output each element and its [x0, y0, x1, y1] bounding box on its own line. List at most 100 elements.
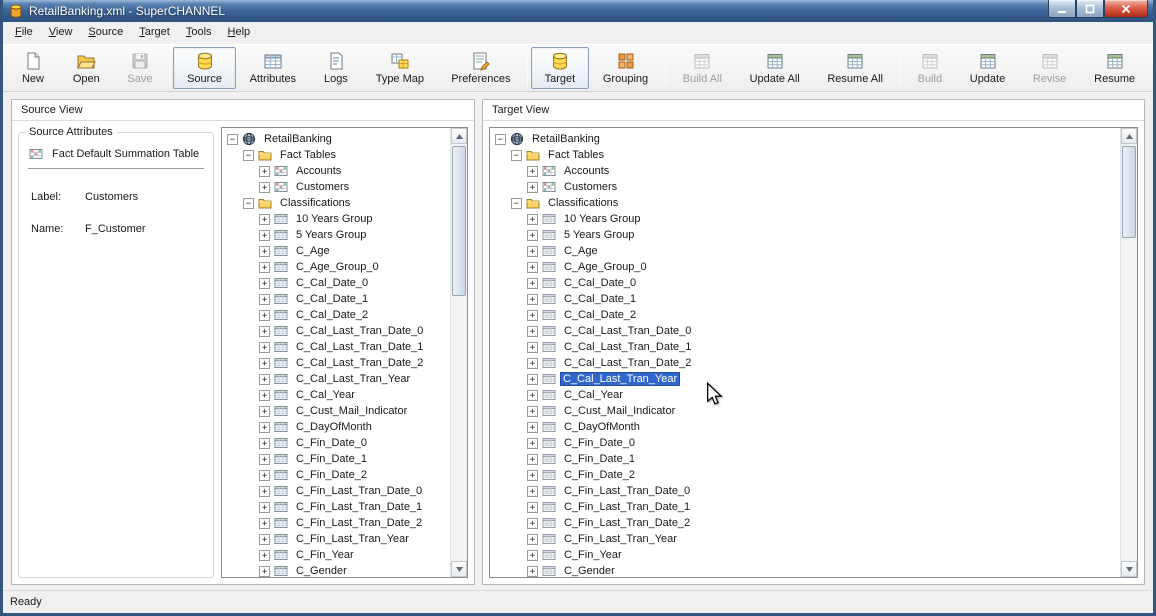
minimize-button[interactable] [1048, 0, 1076, 18]
tree-item-label[interactable]: C_Gender [292, 563, 351, 577]
toolbar-open-button[interactable]: Open [59, 47, 114, 89]
tree-item-label[interactable]: C_DayOfMonth [560, 419, 644, 435]
tree-item-c-cal-last-tran-date-2[interactable]: +C_Cal_Last_Tran_Date_2 [227, 355, 450, 371]
tree-item-label[interactable]: C_Cal_Date_2 [292, 307, 372, 323]
menu-view[interactable]: View [41, 22, 81, 44]
expand-icon[interactable]: + [259, 518, 270, 529]
expand-icon[interactable]: + [259, 342, 270, 353]
tree-item-c-fin-last-tran-date-2[interactable]: +C_Fin_Last_Tran_Date_2 [495, 515, 1120, 531]
tree-item-c-fin-year[interactable]: +C_Fin_Year [227, 547, 450, 563]
expand-icon[interactable]: + [527, 342, 538, 353]
tree-item-c-age-group-0[interactable]: +C_Age_Group_0 [227, 259, 450, 275]
tree-item-label[interactable]: C_Fin_Date_2 [292, 467, 371, 483]
tree-item-c-fin-last-tran-date-1[interactable]: +C_Fin_Last_Tran_Date_1 [495, 499, 1120, 515]
scroll-track[interactable] [451, 144, 467, 561]
expand-icon[interactable]: + [527, 550, 538, 561]
tree-item-label[interactable]: Fact Tables [544, 147, 608, 163]
tree-item-label[interactable]: C_Cal_Last_Tran_Year [560, 372, 680, 386]
expand-icon[interactable]: + [527, 326, 538, 337]
toolbar-update-button[interactable]: Update [956, 47, 1019, 89]
tree-item-c-fin-date-1[interactable]: +C_Fin_Date_1 [227, 451, 450, 467]
tree-item-label[interactable]: Classifications [276, 195, 354, 211]
toolbar-target-button[interactable]: Target [531, 47, 589, 89]
menu-source[interactable]: Source [80, 22, 131, 44]
expand-icon[interactable]: + [259, 534, 270, 545]
collapse-icon[interactable]: − [243, 150, 254, 161]
tree-item-c-fin-last-tran-date-0[interactable]: + C_Fin_Last_Tran_Date_0 [227, 483, 450, 499]
tree-item-c-cal-date-2[interactable]: +C_Cal_Date_2 [227, 307, 450, 323]
expand-icon[interactable]: + [527, 502, 538, 513]
tree-item-c-age[interactable]: +C_Age [495, 243, 1120, 259]
expand-icon[interactable]: + [259, 294, 270, 305]
expand-icon[interactable]: + [259, 566, 270, 577]
tree-item-label[interactable]: C_Age [292, 243, 334, 259]
tree-item-label[interactable]: C_Cal_Last_Tran_Date_0 [560, 323, 695, 339]
scroll-up-button[interactable] [1121, 128, 1137, 144]
tree-item-label[interactable]: 10 Years Group [292, 211, 376, 227]
expand-icon[interactable]: + [527, 486, 538, 497]
tree-item-c-dayofmonth[interactable]: +C_DayOfMonth [227, 419, 450, 435]
expand-icon[interactable]: + [259, 166, 270, 177]
tree-item-c-cal-last-tran-year[interactable]: + C_Cal_Last_Tran_Year [495, 371, 1120, 387]
tree-item-10-years-group[interactable]: +10 Years Group [495, 211, 1120, 227]
tree-item-c-cal-date-2[interactable]: +C_Cal_Date_2 [495, 307, 1120, 323]
expand-icon[interactable]: + [527, 374, 538, 385]
toolbar-grouping-button[interactable]: Grouping [589, 47, 662, 89]
tree-item-label[interactable]: C_Cust_Mail_Indicator [292, 403, 411, 419]
tree-item-c-cal-last-tran-date-1[interactable]: + C_Cal_Last_Tran_Date_1 [227, 339, 450, 355]
tree-item-c-fin-date-0[interactable]: +C_Fin_Date_0 [495, 435, 1120, 451]
tree-item-label[interactable]: C_Fin_Last_Tran_Date_2 [292, 515, 426, 531]
expand-icon[interactable]: + [527, 310, 538, 321]
tree-item-retailbanking[interactable]: −RetailBanking [227, 131, 450, 147]
tree-item-c-age-group-0[interactable]: +C_Age_Group_0 [495, 259, 1120, 275]
tree-item-c-fin-date-0[interactable]: +C_Fin_Date_0 [227, 435, 450, 451]
tree-item-label[interactable]: C_Age_Group_0 [292, 259, 383, 275]
expand-icon[interactable]: + [527, 214, 538, 225]
toolbar-logs-button[interactable]: Logs [310, 47, 362, 89]
collapse-icon[interactable]: − [243, 198, 254, 209]
tree-item-label[interactable]: C_Cal_Year [292, 387, 359, 403]
expand-icon[interactable]: + [527, 454, 538, 465]
tree-item-c-dayofmonth[interactable]: + C_DayOfMonth [495, 419, 1120, 435]
tree-item-label[interactable]: C_Cal_Last_Tran_Date_0 [292, 323, 427, 339]
tree-item-label[interactable]: C_Cal_Last_Tran_Date_2 [292, 355, 427, 371]
expand-icon[interactable]: + [527, 534, 538, 545]
tree-item-c-fin-date-1[interactable]: +C_Fin_Date_1 [495, 451, 1120, 467]
tree-item-label[interactable]: C_Fin_Year [560, 547, 626, 563]
toolbar-new-button[interactable]: New [7, 47, 59, 89]
collapse-icon[interactable]: − [511, 150, 522, 161]
expand-icon[interactable]: + [527, 470, 538, 481]
tree-item-label[interactable]: RetailBanking [260, 131, 336, 147]
tree-item-label[interactable]: C_Cal_Date_1 [560, 291, 640, 307]
expand-icon[interactable]: + [527, 406, 538, 417]
tree-item-fact-tables[interactable]: − Fact Tables [227, 147, 450, 163]
scroll-down-button[interactable] [451, 561, 467, 577]
tree-item-label[interactable]: 10 Years Group [560, 211, 644, 227]
tree-item-c-cal-date-0[interactable]: +C_Cal_Date_0 [227, 275, 450, 291]
tree-item-label[interactable]: RetailBanking [528, 131, 604, 147]
menu-target[interactable]: Target [131, 22, 178, 44]
expand-icon[interactable]: + [527, 294, 538, 305]
expand-icon[interactable]: + [527, 358, 538, 369]
tree-item-label[interactable]: C_Fin_Last_Tran_Date_0 [292, 483, 426, 499]
expand-icon[interactable]: + [259, 486, 270, 497]
tree-item-c-fin-last-tran-date-2[interactable]: + C_Fin_Last_Tran_Date_2 [227, 515, 450, 531]
tree-item-label[interactable]: Fact Tables [276, 147, 340, 163]
toolbar-type-map-button[interactable]: Type Map [362, 47, 438, 89]
expand-icon[interactable]: + [259, 470, 270, 481]
tree-item-c-cal-last-tran-date-1[interactable]: +C_Cal_Last_Tran_Date_1 [495, 339, 1120, 355]
target-tree-scrollbar[interactable] [1120, 128, 1137, 577]
expand-icon[interactable]: + [259, 422, 270, 433]
tree-item-label[interactable]: Accounts [292, 163, 345, 179]
tree-item-c-cal-last-tran-year[interactable]: +C_Cal_Last_Tran_Year [227, 371, 450, 387]
tree-item-label[interactable]: C_Cal_Last_Tran_Date_1 [292, 339, 427, 355]
tree-item-label[interactable]: C_Cal_Last_Tran_Year [292, 371, 414, 387]
tree-item-5-years-group[interactable]: +5 Years Group [227, 227, 450, 243]
toolbar-update-all-button[interactable]: Update All [736, 47, 814, 89]
scroll-thumb[interactable] [452, 146, 466, 296]
expand-icon[interactable]: + [527, 422, 538, 433]
tree-item-c-cust-mail-indicator[interactable]: +C_Cust_Mail_Indicator [227, 403, 450, 419]
expand-icon[interactable]: + [527, 230, 538, 241]
tree-item-label[interactable]: C_Cal_Date_0 [560, 275, 640, 291]
tree-item-c-fin-last-tran-date-1[interactable]: +C_Fin_Last_Tran_Date_1 [227, 499, 450, 515]
